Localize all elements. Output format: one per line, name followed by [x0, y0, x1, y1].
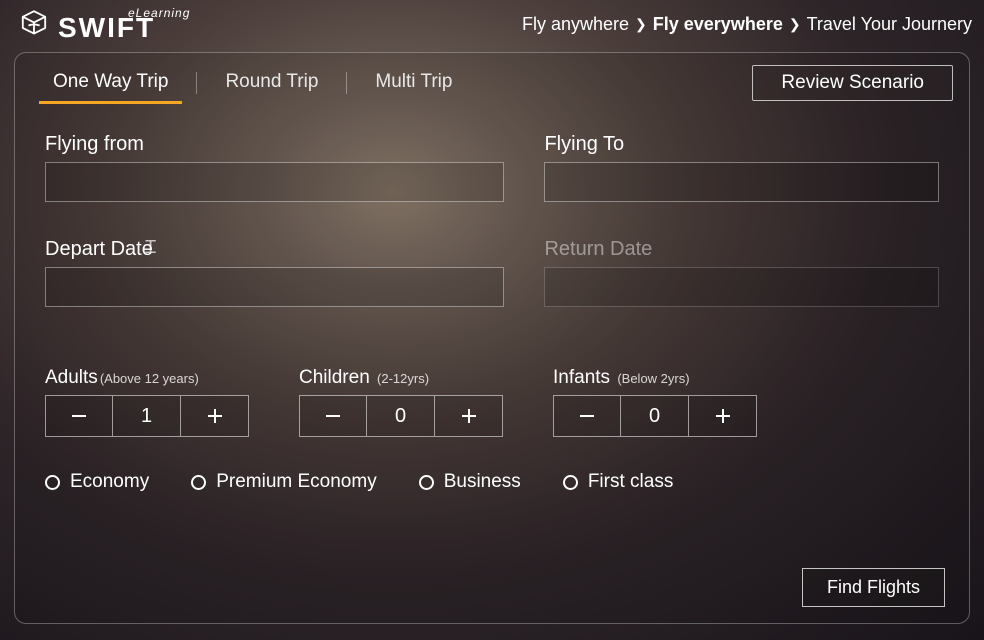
adults-increment[interactable] — [181, 395, 249, 437]
trip-type-tabs: One Way Trip Round Trip Multi Trip Revie… — [15, 53, 969, 103]
infants-stepper: 0 — [553, 395, 757, 437]
chevron-right-icon: ❯ — [789, 16, 801, 33]
radio-business[interactable]: Business — [419, 471, 521, 493]
flying-to-input[interactable] — [544, 162, 939, 202]
class-options: Economy Premium Economy Business First c… — [45, 471, 939, 493]
flying-from-input[interactable] — [45, 162, 504, 202]
flying-to-label: Flying To — [544, 133, 939, 156]
divider — [346, 72, 347, 94]
nav-fly-everywhere[interactable]: Fly everywhere — [653, 14, 783, 35]
adults-value: 1 — [113, 395, 181, 437]
flying-to-field: Flying To — [544, 133, 939, 202]
divider — [196, 72, 197, 94]
radio-economy[interactable]: Economy — [45, 471, 149, 493]
radio-economy-label: Economy — [70, 471, 149, 493]
children-decrement[interactable] — [299, 395, 367, 437]
children-label: Children — [299, 367, 370, 388]
logo-icon — [18, 8, 50, 40]
adults-decrement[interactable] — [45, 395, 113, 437]
radio-icon — [419, 475, 434, 490]
radio-first-class[interactable]: First class — [563, 471, 674, 493]
tab-round-trip[interactable]: Round Trip — [203, 63, 340, 103]
breadcrumb: Fly anywhere ❯ Fly everywhere ❯ Travel Y… — [522, 14, 972, 35]
radio-premium-economy[interactable]: Premium Economy — [191, 471, 377, 493]
review-scenario-button[interactable]: Review Scenario — [752, 65, 953, 101]
return-date-field: Return Date — [544, 238, 939, 307]
infants-label: Infants — [553, 367, 610, 388]
flying-from-label: Flying from — [45, 133, 504, 156]
infants-hint: (Below 2yrs) — [617, 371, 689, 386]
return-date-label: Return Date — [544, 238, 939, 261]
children-increment[interactable] — [435, 395, 503, 437]
infants-decrement[interactable] — [553, 395, 621, 437]
radio-first-label: First class — [588, 471, 674, 493]
radio-icon — [191, 475, 206, 490]
return-date-input — [544, 267, 939, 307]
infants-group: Infants (Below 2yrs) 0 — [553, 367, 757, 437]
logo: eLearning SWIFT — [18, 8, 190, 40]
nav-travel-journey[interactable]: Travel Your Journery — [807, 14, 972, 35]
children-group: Children (2-12yrs) 0 — [299, 367, 503, 437]
radio-icon — [45, 475, 60, 490]
depart-date-field: Depart Date — [45, 238, 504, 307]
adults-hint: (Above 12 years) — [100, 371, 199, 386]
radio-premium-label: Premium Economy — [216, 471, 377, 493]
logo-title: SWIFT — [58, 15, 190, 40]
adults-group: Adults(Above 12 years) 1 — [45, 367, 249, 437]
infants-increment[interactable] — [689, 395, 757, 437]
depart-date-input[interactable] — [45, 267, 504, 307]
booking-panel: One Way Trip Round Trip Multi Trip Revie… — [14, 52, 970, 624]
nav-fly-anywhere[interactable]: Fly anywhere — [522, 14, 629, 35]
flying-from-field: Flying from — [45, 133, 504, 202]
adults-label: Adults — [45, 367, 98, 388]
depart-date-label: Depart Date — [45, 238, 504, 261]
tab-one-way[interactable]: One Way Trip — [31, 63, 190, 103]
tab-multi-trip[interactable]: Multi Trip — [353, 63, 474, 103]
radio-icon — [563, 475, 578, 490]
adults-stepper: 1 — [45, 395, 249, 437]
children-stepper: 0 — [299, 395, 503, 437]
children-value: 0 — [367, 395, 435, 437]
app-header: eLearning SWIFT Fly anywhere ❯ Fly every… — [0, 0, 984, 48]
find-flights-button[interactable]: Find Flights — [802, 568, 945, 607]
children-hint: (2-12yrs) — [377, 371, 429, 386]
radio-business-label: Business — [444, 471, 521, 493]
chevron-right-icon: ❯ — [635, 16, 647, 33]
infants-value: 0 — [621, 395, 689, 437]
